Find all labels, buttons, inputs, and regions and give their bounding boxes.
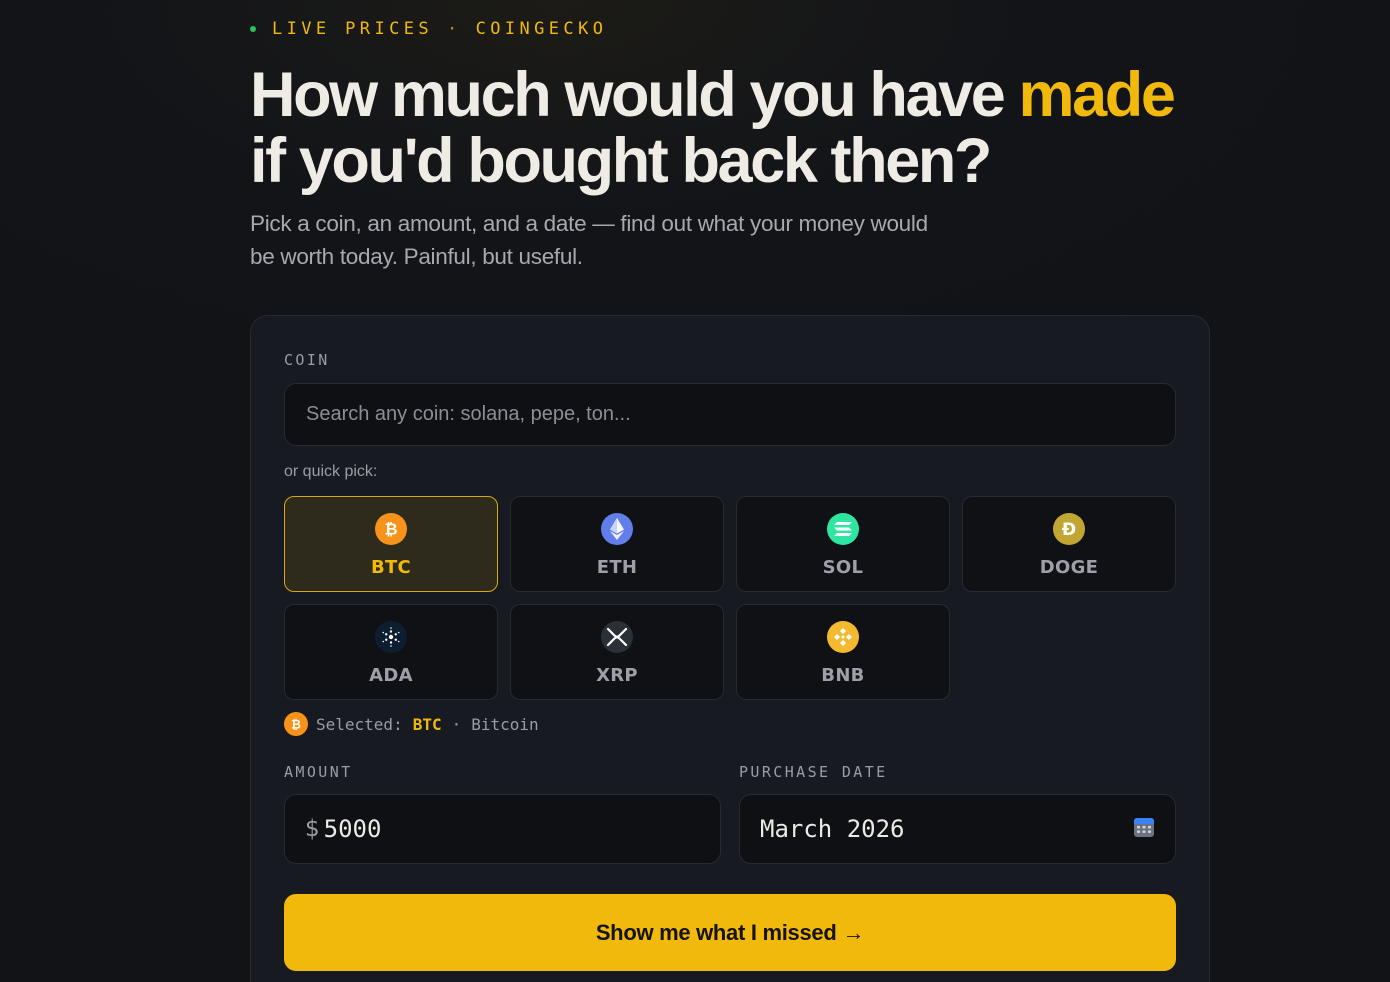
coin-option-xrp[interactable]: XRP xyxy=(510,604,724,700)
eyebrow-separator: · xyxy=(446,19,462,39)
purchase-date-label: PURCHASE DATE xyxy=(739,763,888,781)
coin-symbol: SOL xyxy=(822,557,864,578)
calendar-icon[interactable] xyxy=(1133,816,1155,843)
cardano-icon xyxy=(375,621,407,653)
bitcoin-icon: ₿ xyxy=(284,712,308,736)
show-missed-label: Show me what I missed xyxy=(595,919,837,945)
coin-label: COIN xyxy=(284,351,330,369)
eyebrow-live-prices: LIVE PRICES xyxy=(272,19,433,39)
coin-option-btc[interactable]: ₿ BTC xyxy=(284,496,498,592)
page-title: How much would you have made if you'd bo… xyxy=(250,62,1210,194)
amount-field[interactable]: $ 5000 xyxy=(284,794,721,864)
show-missed-button[interactable]: Show me what I missed → xyxy=(284,894,1176,971)
coin-option-bnb[interactable]: BNB xyxy=(736,604,950,700)
purchase-date-value[interactable]: March 2026 xyxy=(760,815,905,843)
currency-symbol: $ xyxy=(305,816,320,842)
amount-label: AMOUNT xyxy=(284,763,353,781)
headline-accent: made xyxy=(1018,60,1175,130)
xrp-icon xyxy=(601,621,633,653)
coin-symbol: BNB xyxy=(821,665,865,686)
live-prices-eyebrow: LIVE PRICES · COINGECKO xyxy=(250,18,607,40)
svg-text:₿: ₿ xyxy=(384,520,397,539)
coin-option-eth[interactable]: ETH xyxy=(510,496,724,592)
coin-symbol: ETH xyxy=(596,557,638,578)
amount-value[interactable]: 5000 xyxy=(324,815,382,843)
quick-pick-label: or quick pick: xyxy=(284,463,378,480)
solana-icon xyxy=(827,513,859,545)
coin-symbol: BTC xyxy=(370,557,412,578)
selected-symbol: BTC xyxy=(412,714,442,734)
live-dot-icon xyxy=(250,26,256,32)
coin-symbol: XRP xyxy=(596,665,638,686)
selected-prefix: Selected: xyxy=(316,714,403,734)
selected-separator: · xyxy=(451,714,462,734)
calculator-card: COIN or quick pick: ₿ BTC ETH xyxy=(250,315,1210,982)
coin-option-sol[interactable]: SOL xyxy=(736,496,950,592)
coin-option-ada[interactable]: ADA xyxy=(284,604,498,700)
headline-part2: if you'd bought back then? xyxy=(250,126,992,196)
ethereum-icon xyxy=(601,513,633,545)
selected-name: Bitcoin xyxy=(471,714,539,734)
svg-text:Ð: Ð xyxy=(1062,520,1076,539)
selected-coin-readout: ₿ Selected: BTC · Bitcoin xyxy=(284,712,539,736)
coin-option-doge[interactable]: Ð DOGE xyxy=(962,496,1176,592)
eyebrow-source: COINGECKO xyxy=(475,19,608,39)
coin-symbol: ADA xyxy=(369,665,413,686)
bitcoin-icon: ₿ xyxy=(375,513,407,545)
coin-symbol: DOGE xyxy=(1039,557,1099,578)
coin-search-input[interactable] xyxy=(284,383,1176,446)
dogecoin-icon: Ð xyxy=(1053,513,1085,545)
headline-part1: How much would you have xyxy=(250,60,1019,130)
bnb-icon xyxy=(827,621,859,653)
purchase-date-field[interactable]: March 2026 xyxy=(739,794,1176,864)
page-subtitle: Pick a coin, an amount, and a date — fin… xyxy=(250,211,928,269)
svg-text:₿: ₿ xyxy=(291,718,301,732)
arrow-right-icon: → xyxy=(842,919,865,945)
